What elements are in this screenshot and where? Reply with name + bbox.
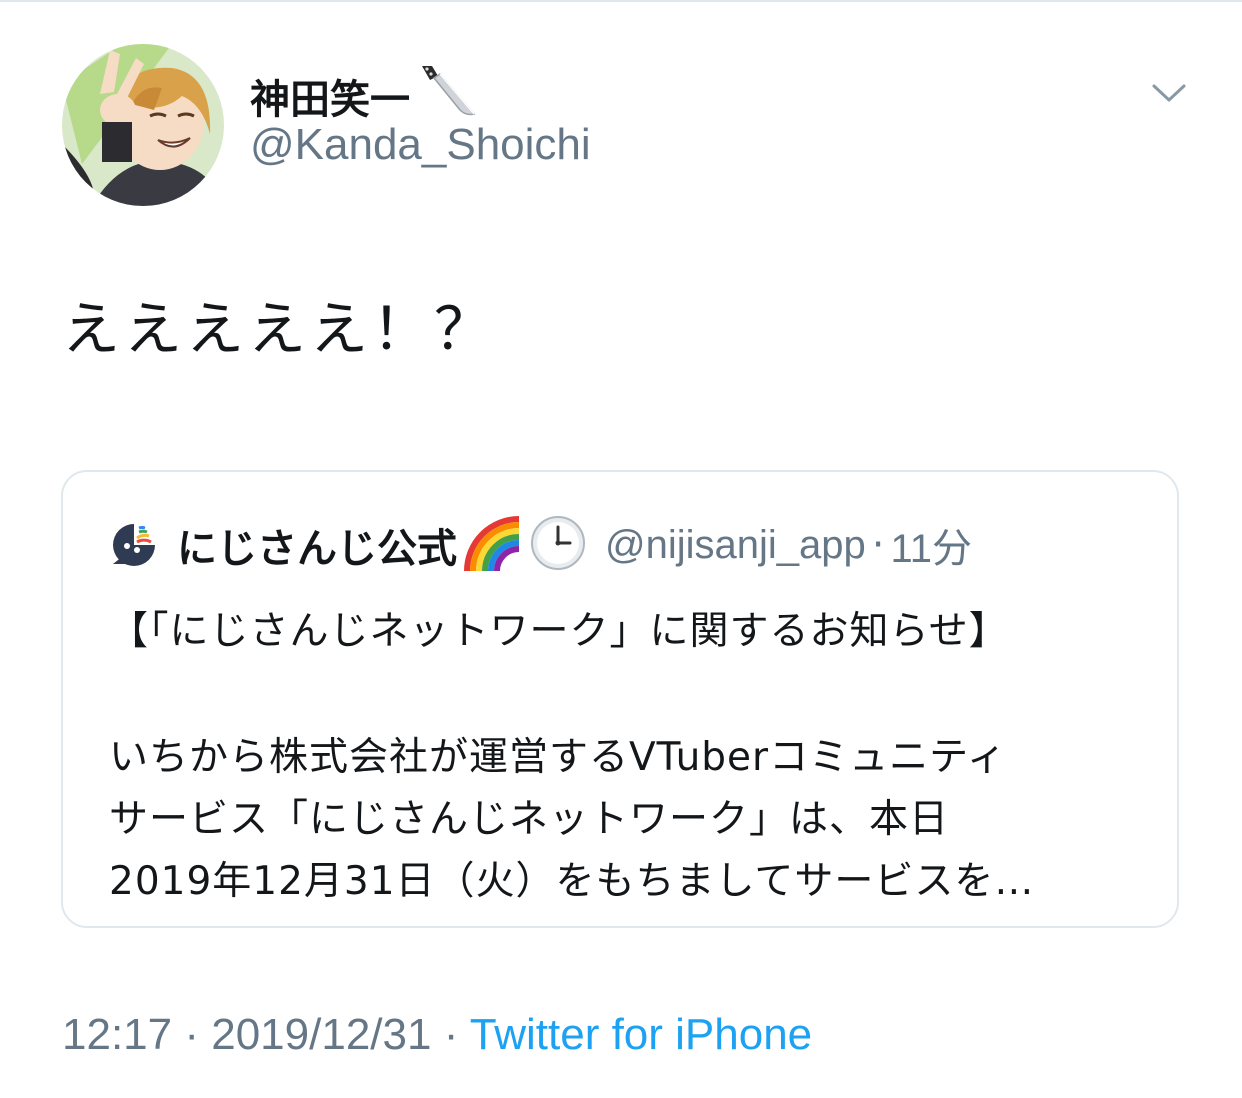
quoted-author-avatar (109, 520, 159, 570)
clock-icon (529, 514, 587, 576)
quoted-author-handle: @nijisanji_app (605, 522, 866, 567)
tweet-source-link[interactable]: Twitter for iPhone (470, 1010, 812, 1059)
rainbow-icon (461, 515, 525, 575)
tweet-text: えええええ！？ (62, 295, 497, 363)
author-handle[interactable]: @Kanda_Shoichi (250, 120, 591, 170)
top-divider (0, 0, 1242, 2)
quoted-text-line: いちから株式会社が運営するVTuberコミュニティ (109, 735, 1007, 780)
quoted-text-line: サービス「にじさんじネットワーク」は、本日 (109, 797, 950, 842)
quoted-text-line: 2019年12月31日（火）をもちましてサービスを… (109, 859, 1035, 904)
quoted-tweet-card[interactable]: にじさんじ公式 @nijisanji_app · 11分 【「にじさんじネットワ… (61, 470, 1179, 928)
quoted-tweet-header: にじさんじ公式 @nijisanji_app · 11分 (109, 514, 972, 576)
tweet-date: 2019/12/31 (211, 1010, 432, 1059)
quoted-text-line: 【「にじさんじネットワーク」に関するお知らせ】 (109, 609, 1009, 654)
quoted-separator: · (871, 522, 885, 568)
meta-separator: · (184, 1010, 199, 1059)
meta-separator: · (443, 1010, 459, 1059)
chevron-down-icon[interactable] (1150, 78, 1188, 108)
author-name-text: 神田笑一 (250, 77, 410, 123)
tweet-meta: 12:17 · 2019/12/31 · Twitter for iPhone (62, 1010, 812, 1060)
quoted-author-name: にじさんじ公式 (177, 526, 457, 572)
quoted-timestamp: 11分 (890, 527, 973, 571)
tweet-time: 12:17 (62, 1010, 173, 1059)
author-avatar[interactable] (62, 44, 224, 206)
